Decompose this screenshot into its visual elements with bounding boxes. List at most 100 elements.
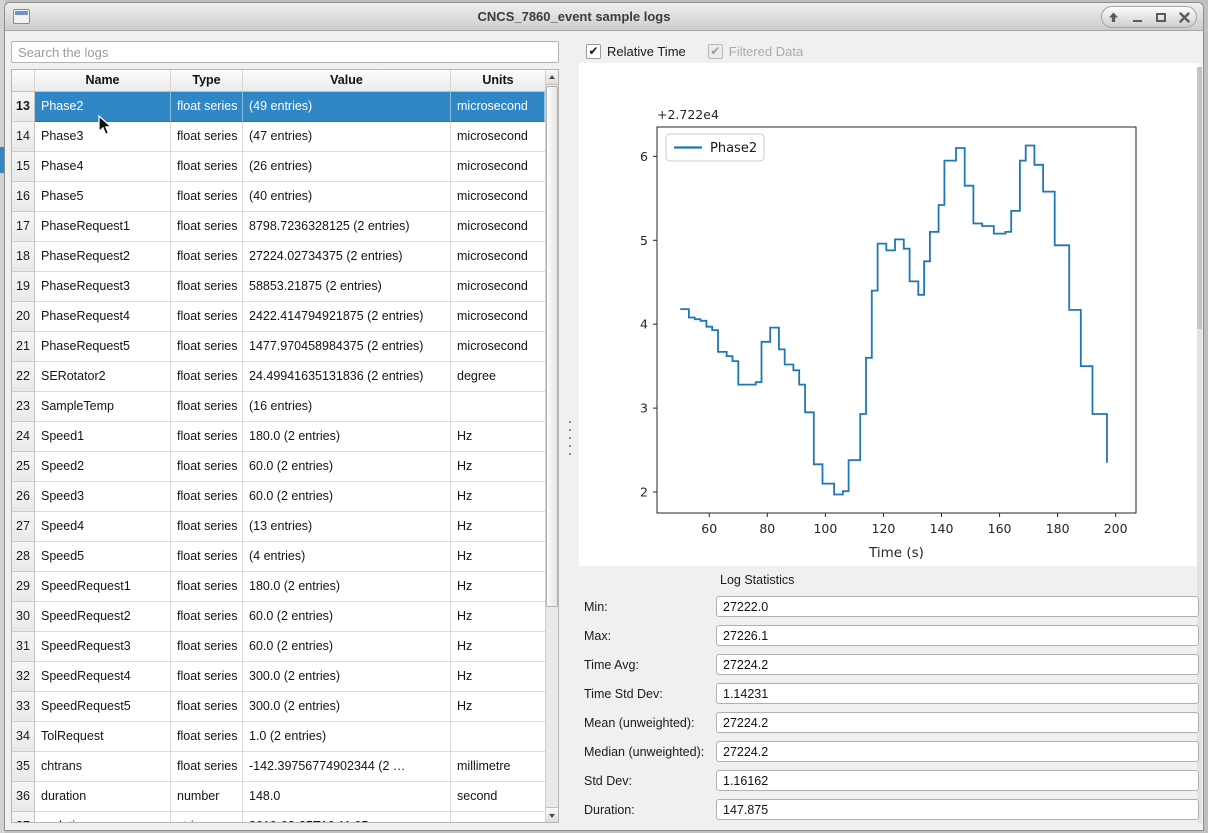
table-row[interactable]: 27Speed4float series(13 entries)Hz bbox=[12, 512, 545, 542]
stat-row: Max: bbox=[579, 625, 1199, 646]
stats-fields: Min:Max:Time Avg:Time Std Dev:Mean (unwe… bbox=[579, 596, 1199, 820]
scrollbar-thumb[interactable] bbox=[546, 86, 558, 607]
cell-type: float series bbox=[171, 572, 243, 602]
cell-type: float series bbox=[171, 92, 243, 122]
row-number: 14 bbox=[12, 122, 35, 152]
cell-name: SampleTemp bbox=[35, 392, 171, 422]
cell-units: Hz bbox=[451, 662, 545, 692]
window-menu-icon[interactable] bbox=[13, 9, 30, 24]
table-row[interactable]: 13Phase2float series(49 entries)microsec… bbox=[12, 92, 545, 122]
cell-units: microsecond bbox=[451, 182, 545, 212]
stat-value-input[interactable] bbox=[716, 596, 1199, 617]
cell-units bbox=[451, 812, 545, 822]
cell-units: microsecond bbox=[451, 152, 545, 182]
stat-label: Max: bbox=[579, 629, 716, 643]
phase2-step-chart: 608010012014016018020023456+2.722e4Time … bbox=[579, 63, 1199, 566]
table-row[interactable]: 35chtransfloat series-142.39756774902344… bbox=[12, 752, 545, 782]
cell-units: Hz bbox=[451, 602, 545, 632]
table-row[interactable]: 17PhaseRequest1float series8798.72363281… bbox=[12, 212, 545, 242]
cell-type: float series bbox=[171, 272, 243, 302]
table-row[interactable]: 16Phase5float series(40 entries)microsec… bbox=[12, 182, 545, 212]
stat-value-input[interactable] bbox=[716, 799, 1199, 820]
titlebar[interactable]: CNCS_7860_event sample logs bbox=[5, 3, 1203, 31]
x-tick-label: 200 bbox=[1104, 521, 1128, 536]
row-number: 20 bbox=[12, 302, 35, 332]
table-row[interactable]: 30SpeedRequest2float series60.0 (2 entri… bbox=[12, 602, 545, 632]
x-tick-label: 160 bbox=[988, 521, 1012, 536]
cell-name: Speed2 bbox=[35, 452, 171, 482]
cell-units bbox=[451, 392, 545, 422]
stat-value-input[interactable] bbox=[716, 625, 1199, 646]
column-header-units[interactable]: Units bbox=[451, 70, 545, 91]
stat-row: Time Std Dev: bbox=[579, 683, 1199, 704]
row-number: 15 bbox=[12, 152, 35, 182]
table-row[interactable]: 33SpeedRequest5float series300.0 (2 entr… bbox=[12, 692, 545, 722]
row-number: 24 bbox=[12, 422, 35, 452]
column-header-type[interactable]: Type bbox=[171, 70, 243, 91]
cell-type: float series bbox=[171, 752, 243, 782]
x-axis-label: Time (s) bbox=[868, 545, 924, 561]
table-row[interactable]: 28Speed5float series(4 entries)Hz bbox=[12, 542, 545, 572]
cell-type: float series bbox=[171, 602, 243, 632]
stat-label: Std Dev: bbox=[579, 774, 716, 788]
cell-value: (16 entries) bbox=[243, 392, 451, 422]
log-statistics-title: Log Statistics bbox=[720, 573, 1199, 587]
table-row[interactable]: 37end_timestring2019-03-25T16:11:05 bbox=[12, 812, 545, 822]
column-header-value[interactable]: Value bbox=[243, 70, 451, 91]
table-row[interactable]: 19PhaseRequest3float series58853.21875 (… bbox=[12, 272, 545, 302]
close-button[interactable] bbox=[1176, 9, 1192, 25]
table-row[interactable]: 36durationnumber148.0second bbox=[12, 782, 545, 812]
shade-button[interactable] bbox=[1106, 9, 1122, 25]
stat-value-input[interactable] bbox=[716, 654, 1199, 675]
checkbox-check-icon: ✔ bbox=[708, 44, 723, 59]
table-row[interactable]: 24Speed1float series180.0 (2 entries)Hz bbox=[12, 422, 545, 452]
table-row[interactable]: 15Phase4float series(26 entries)microsec… bbox=[12, 152, 545, 182]
checkbox-relative-time[interactable]: ✔Relative Time bbox=[586, 44, 686, 59]
table-row[interactable]: 14Phase3float series(47 entries)microsec… bbox=[12, 122, 545, 152]
cell-units: microsecond bbox=[451, 332, 545, 362]
table-row[interactable]: 18PhaseRequest2float series27224.0273437… bbox=[12, 242, 545, 272]
table-row[interactable]: 23SampleTempfloat series(16 entries) bbox=[12, 392, 545, 422]
table-row[interactable]: 32SpeedRequest4float series300.0 (2 entr… bbox=[12, 662, 545, 692]
stat-value-input[interactable] bbox=[716, 712, 1199, 733]
table-row[interactable]: 29SpeedRequest1float series180.0 (2 entr… bbox=[12, 572, 545, 602]
cell-name: Phase2 bbox=[35, 92, 171, 122]
table-row[interactable]: 21PhaseRequest5float series1477.97045898… bbox=[12, 332, 545, 362]
scroll-up-button[interactable] bbox=[546, 70, 558, 85]
cell-type: float series bbox=[171, 632, 243, 662]
cell-units: microsecond bbox=[451, 92, 545, 122]
stat-value-input[interactable] bbox=[716, 741, 1199, 762]
table-row[interactable]: 26Speed3float series60.0 (2 entries)Hz bbox=[12, 482, 545, 512]
x-tick-label: 80 bbox=[759, 521, 775, 536]
table-row[interactable]: 25Speed2float series60.0 (2 entries)Hz bbox=[12, 452, 545, 482]
cell-value: (40 entries) bbox=[243, 182, 451, 212]
search-input[interactable] bbox=[11, 41, 559, 63]
stat-value-input[interactable] bbox=[716, 770, 1199, 791]
table-row[interactable]: 22SERotator2float series24.4994163513183… bbox=[12, 362, 545, 392]
table-vertical-scrollbar[interactable] bbox=[545, 70, 558, 822]
cell-type: float series bbox=[171, 242, 243, 272]
cell-name: Speed1 bbox=[35, 422, 171, 452]
table-row[interactable]: 34TolRequestfloat series1.0 (2 entries) bbox=[12, 722, 545, 752]
stat-label: Time Std Dev: bbox=[579, 687, 716, 701]
cell-type: float series bbox=[171, 422, 243, 452]
maximize-button[interactable] bbox=[1153, 9, 1169, 25]
cell-value: 27224.02734375 (2 entries) bbox=[243, 242, 451, 272]
cell-name: chtrans bbox=[35, 752, 171, 782]
window-title: CNCS_7860_event sample logs bbox=[5, 3, 1203, 30]
row-number: 36 bbox=[12, 782, 35, 812]
checkbox-label: Filtered Data bbox=[729, 44, 803, 59]
minimize-icon bbox=[1133, 20, 1142, 22]
right-scrollbar-thumb[interactable] bbox=[1197, 67, 1202, 329]
minimize-button[interactable] bbox=[1129, 9, 1145, 25]
stat-value-input[interactable] bbox=[716, 683, 1199, 704]
cell-type: float series bbox=[171, 122, 243, 152]
column-header-name[interactable]: Name bbox=[35, 70, 171, 91]
table-row[interactable]: 31SpeedRequest3float series60.0 (2 entri… bbox=[12, 632, 545, 662]
scroll-down-button[interactable] bbox=[546, 807, 558, 822]
table-row[interactable]: 20PhaseRequest4float series2422.41479492… bbox=[12, 302, 545, 332]
cell-value: 60.0 (2 entries) bbox=[243, 602, 451, 632]
panel-splitter-handle[interactable] bbox=[567, 421, 573, 455]
cell-units: Hz bbox=[451, 512, 545, 542]
cell-units: microsecond bbox=[451, 272, 545, 302]
